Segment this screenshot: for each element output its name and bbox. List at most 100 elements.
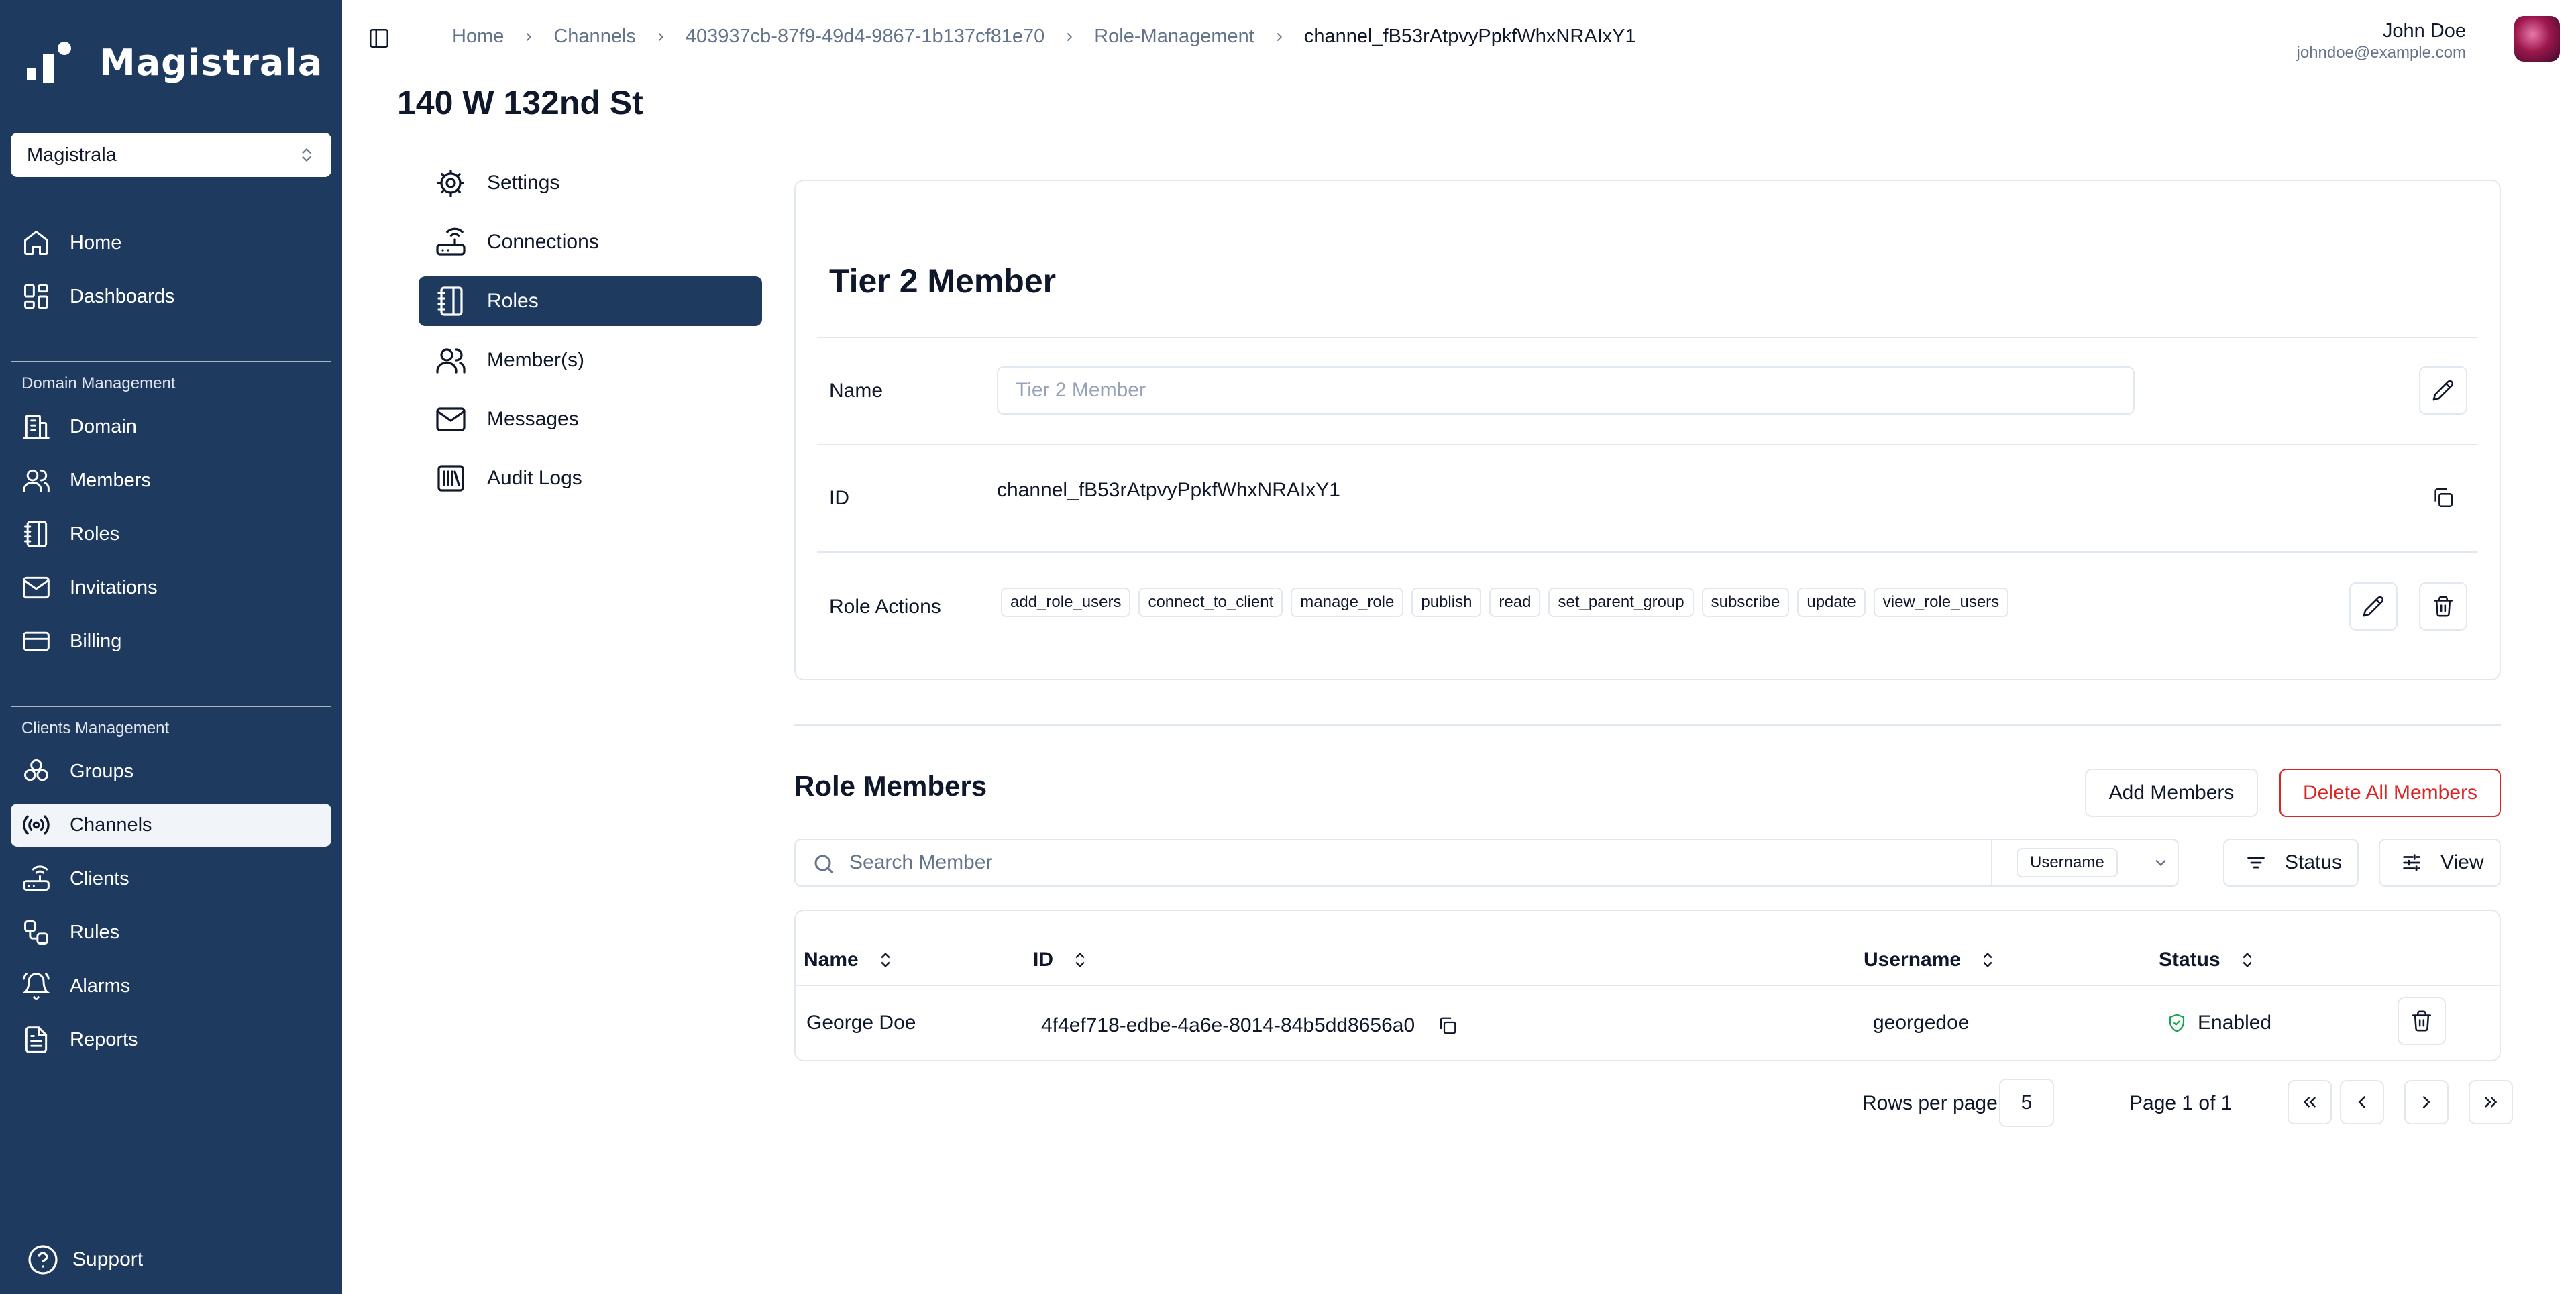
previous-page-button[interactable] [2340, 1080, 2384, 1124]
column-header-name[interactable]: Name [804, 949, 895, 971]
sidebar-item-label: Members [70, 469, 151, 491]
chevrons-up-down-icon [302, 148, 311, 162]
column-header-username[interactable]: Username [1864, 949, 1997, 971]
filter-icon [2247, 857, 2265, 869]
role-action-tag: update [1797, 588, 1866, 617]
subnav-label: Connections [487, 231, 599, 253]
view-options-button[interactable]: View [2379, 839, 2501, 887]
subnav-messages[interactable]: Messages [419, 394, 762, 444]
avatar[interactable] [2514, 16, 2560, 62]
sidebar-toggle-icon[interactable] [368, 27, 390, 50]
sidebar-item-label: Groups [70, 760, 134, 782]
sort-icon [1075, 953, 1085, 967]
credit-card-icon [23, 631, 50, 651]
subnav-roles[interactable]: Roles [419, 276, 762, 326]
breadcrumb-role-management[interactable]: Role-Management [1094, 25, 1254, 48]
search-input[interactable] [849, 840, 1923, 885]
add-members-button[interactable]: Add Members [2085, 769, 2258, 817]
sidebar-item-label: Channels [70, 814, 152, 836]
chevron-right-icon [526, 32, 532, 41]
sidebar-item-clients[interactable]: Clients [11, 857, 331, 900]
user-info[interactable]: John Doe johndoe@example.com [2296, 20, 2466, 62]
column-header-label: Name [804, 949, 859, 971]
notebook-icon [437, 286, 463, 316]
sidebar-item-domain[interactable]: Domain [11, 405, 331, 448]
cell-status: Enabled [2167, 1012, 2271, 1034]
brand-name: Magistrala [99, 41, 323, 84]
organization-select-value: Magistrala [27, 144, 117, 166]
next-page-button[interactable] [2404, 1080, 2449, 1124]
copy-icon[interactable] [1438, 1016, 1458, 1036]
copy-icon [2434, 488, 2453, 508]
subnav-members[interactable]: Member(s) [419, 335, 762, 385]
subnav-audit-logs[interactable]: Audit Logs [419, 453, 762, 503]
sidebar-item-reports[interactable]: Reports [11, 1018, 331, 1061]
cell-username: georgedoe [1873, 1012, 1970, 1034]
sidebar-item-members[interactable]: Members [11, 459, 331, 502]
last-page-button[interactable] [2469, 1080, 2513, 1124]
user-email: johndoe@example.com [2296, 44, 2466, 62]
first-page-button[interactable] [2288, 1080, 2332, 1124]
sidebar-item-roles[interactable]: Roles [11, 513, 331, 555]
column-header-status[interactable]: Status [2159, 949, 2257, 971]
router-icon [436, 227, 466, 256]
role-action-tag: set_parent_group [1548, 588, 1694, 617]
brand-logo[interactable]: Magistrala [27, 41, 323, 84]
sidebar-item-billing[interactable]: Billing [11, 620, 331, 663]
breadcrumb-channels[interactable]: Channels [553, 25, 636, 48]
search-field-select[interactable]: Username [1991, 840, 2178, 885]
edit-actions-button[interactable] [2349, 582, 2398, 631]
cell-id-value: 4f4ef718-edbe-4a6e-8014-84b5dd8656a0 [1041, 1014, 1415, 1036]
organization-select[interactable]: Magistrala [11, 133, 331, 177]
subnav-connections[interactable]: Connections [419, 217, 762, 267]
rows-per-page-select[interactable]: 5 [1999, 1079, 2054, 1127]
sidebar-item-label: Home [70, 231, 122, 254]
cell-id: 4f4ef718-edbe-4a6e-8014-84b5dd8656a0 [1041, 1014, 1458, 1037]
sliders-icon [2403, 854, 2420, 871]
view-options-label: View [2440, 851, 2484, 873]
role-name-field: Tier 2 Member [997, 366, 2135, 415]
notebook-icon [24, 521, 48, 547]
sort-icon [881, 953, 890, 967]
sidebar-item-invitations[interactable]: Invitations [11, 566, 331, 609]
sidebar-divider [11, 706, 331, 707]
sidebar-item-label: Rules [70, 921, 120, 943]
breadcrumb-home[interactable]: Home [452, 25, 504, 48]
column-header-id[interactable]: ID [1033, 949, 1089, 971]
members-table: Name ID Username Status George Doe 4f4ef… [794, 910, 2501, 1061]
sidebar-item-label: Roles [70, 523, 120, 545]
chevrons-left-icon [2303, 1097, 2316, 1108]
divider [817, 337, 2478, 338]
sidebar-item-dashboards[interactable]: Dashboards [11, 275, 331, 318]
sidebar-item-alarms[interactable]: Alarms [11, 965, 331, 1008]
sidebar-section-domain: Domain Management [21, 374, 176, 392]
sidebar-item-home[interactable]: Home [11, 221, 331, 264]
trash-icon [2412, 1010, 2432, 1032]
sidebar-item-rules[interactable]: Rules [11, 911, 331, 954]
search-icon [814, 855, 833, 873]
delete-all-members-button[interactable]: Delete All Members [2279, 769, 2501, 817]
delete-actions-button[interactable] [2419, 582, 2467, 631]
subnav-settings[interactable]: Settings [419, 158, 762, 208]
role-card: Tier 2 Member Name Tier 2 Member ID chan… [794, 180, 2501, 680]
edit-name-button[interactable] [2419, 366, 2467, 415]
divider [817, 551, 2478, 553]
delete-member-button[interactable] [2398, 997, 2446, 1045]
support-link[interactable]: Support [27, 1244, 143, 1276]
sidebar-item-channels[interactable]: Channels [11, 804, 331, 847]
status-filter-button[interactable]: Status [2223, 839, 2359, 887]
role-title: Tier 2 Member [829, 262, 1057, 300]
sidebar-item-label: Billing [70, 630, 122, 652]
breadcrumb-channel-id[interactable]: 403937cb-87f9-49d4-9867-1b137cf81e70 [686, 25, 1044, 48]
breadcrumb-current: channel_fB53rAtpvyPpkfWhxNRAIxY1 [1303, 25, 1636, 47]
chevron-down-icon [2155, 859, 2166, 867]
sidebar-item-groups[interactable]: Groups [11, 750, 331, 793]
sidebar-item-label: Dashboards [70, 285, 175, 307]
sort-icon [2243, 953, 2252, 967]
copy-id-button[interactable] [2430, 484, 2457, 511]
sidebar: Magistrala Magistrala Home Dashboards Do… [0, 0, 342, 1294]
subnav-label: Audit Logs [487, 467, 582, 489]
pencil-icon [2432, 380, 2454, 401]
subnav-label: Roles [487, 290, 539, 312]
chevron-right-icon [1067, 32, 1073, 41]
